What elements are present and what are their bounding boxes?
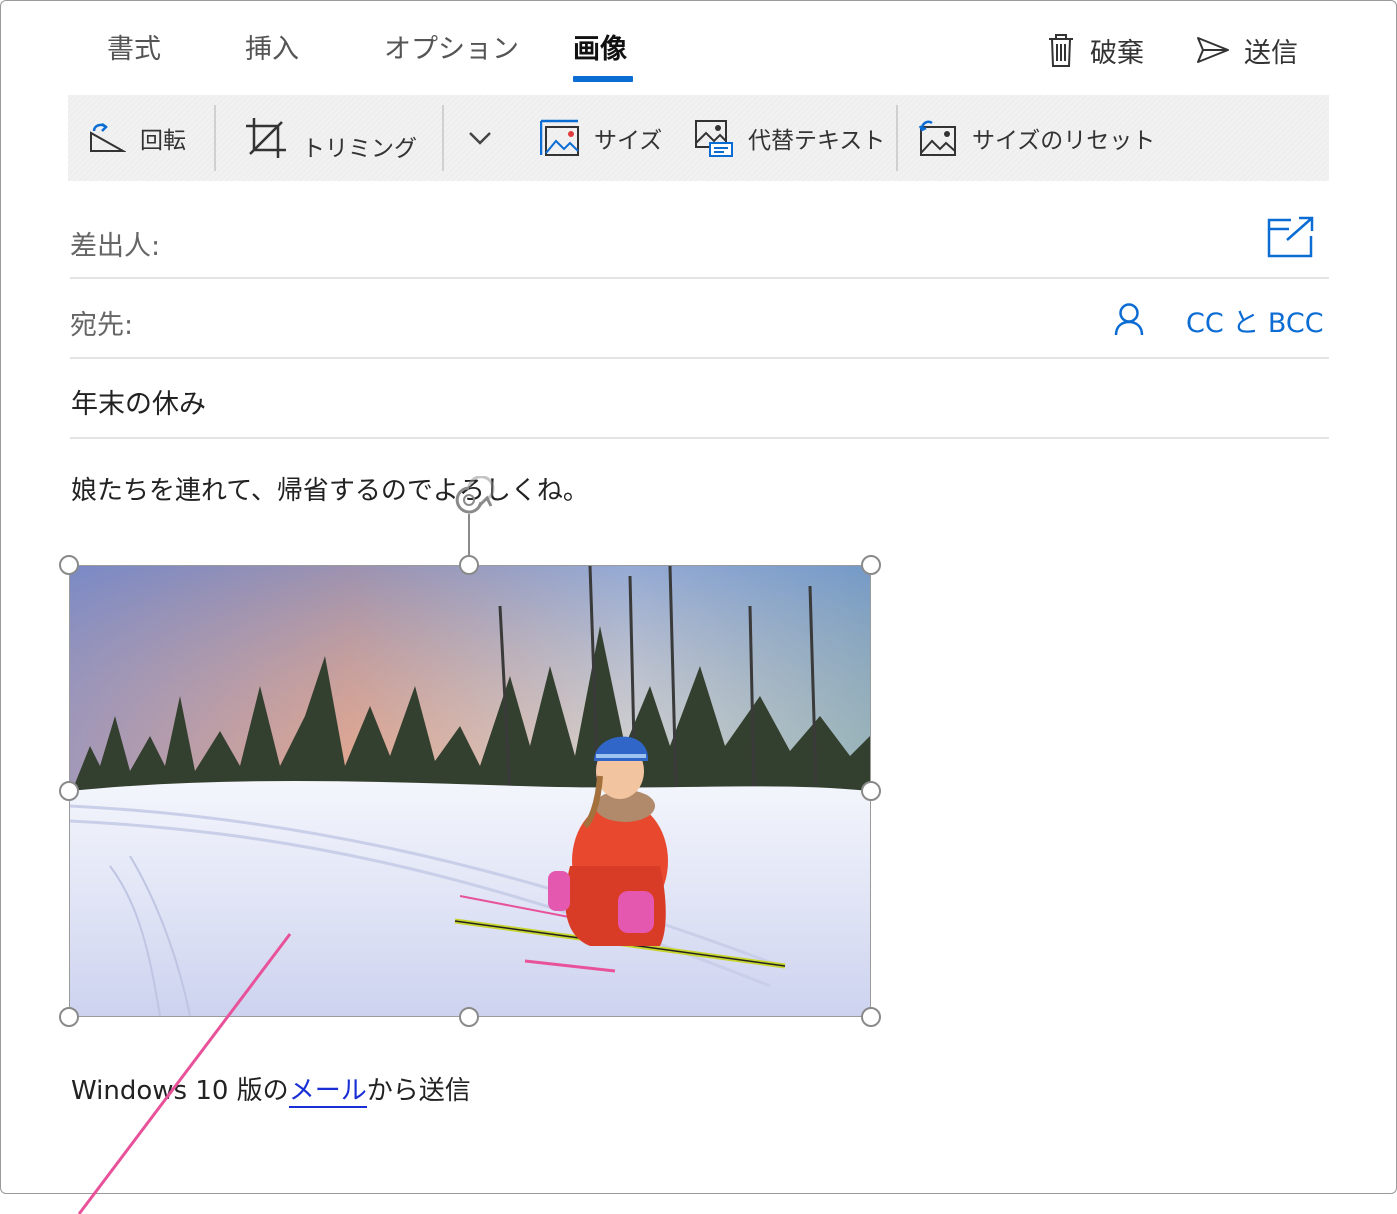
divider — [70, 357, 1329, 359]
signature-prefix: Windows 10 版の — [71, 1076, 289, 1106]
size-button[interactable]: サイズ — [540, 95, 662, 181]
cc-bcc-link[interactable]: CC と BCC — [1186, 301, 1324, 340]
signature: Windows 10 版のメールから送信 — [71, 1070, 471, 1108]
from-label: 差出人: — [70, 231, 161, 262]
rotate-label: 回転 — [140, 128, 186, 154]
discard-button[interactable]: 破棄 — [1046, 30, 1144, 70]
active-tab-indicator — [573, 76, 633, 82]
crop-icon — [246, 118, 286, 158]
crop-options-dropdown[interactable] — [468, 95, 506, 181]
person-icon[interactable] — [1113, 302, 1145, 336]
resize-handle-bottom[interactable] — [459, 1007, 479, 1027]
discard-label: 破棄 — [1090, 37, 1144, 69]
reset-size-label: サイズのリセット — [972, 128, 1156, 154]
resize-handle-right[interactable] — [861, 781, 881, 801]
resize-handle-top-right[interactable] — [861, 555, 881, 575]
subject-field[interactable]: 年末の休み — [71, 382, 206, 421]
tab-format[interactable]: 書式 — [107, 30, 161, 70]
signature-suffix: から送信 — [366, 1076, 471, 1106]
tab-image[interactable]: 画像 — [573, 30, 627, 70]
divider — [70, 277, 1329, 279]
resize-handle-left[interactable] — [59, 781, 79, 801]
inserted-image[interactable] — [69, 565, 871, 1017]
rotate-handle-icon[interactable] — [449, 476, 501, 566]
message-body[interactable]: 娘たちを連れて、帰省するのでよろしくね。 — [71, 470, 589, 507]
image-ribbon: 回転 トリミング サイズ 代替テキスト サイズのリセット — [68, 95, 1329, 181]
rotate-button[interactable]: 回転 — [88, 95, 186, 181]
reset-size-button[interactable]: サイズのリセット — [918, 95, 1155, 181]
chevron-down-icon — [469, 132, 491, 145]
mail-app-link[interactable]: メール — [288, 1076, 367, 1108]
popout-icon[interactable] — [1267, 216, 1315, 258]
resize-handle-bottom-right[interactable] — [861, 1007, 881, 1027]
crop-button[interactable]: トリミング — [244, 95, 417, 181]
send-icon — [1197, 37, 1229, 63]
rotate-icon — [90, 123, 126, 152]
ribbon-separator — [896, 105, 898, 171]
size-icon — [540, 119, 579, 156]
alt-text-label: 代替テキスト — [748, 128, 886, 154]
reset-size-icon — [918, 120, 956, 156]
ribbon-separator — [442, 105, 444, 171]
alt-text-icon — [695, 120, 733, 157]
resize-handle-bottom-left[interactable] — [59, 1007, 79, 1027]
to-label: 宛先: — [70, 310, 134, 341]
tab-insert[interactable]: 挿入 — [245, 30, 299, 70]
alt-text-button[interactable]: 代替テキスト — [694, 95, 885, 181]
size-label: サイズ — [594, 128, 663, 154]
trash-icon — [1049, 34, 1073, 67]
resize-handle-top-left[interactable] — [59, 555, 79, 575]
tab-options[interactable]: オプション — [384, 30, 519, 70]
send-button[interactable]: 送信 — [1196, 30, 1298, 70]
crop-label: トリミング — [302, 136, 417, 162]
winter-photo — [70, 566, 870, 1016]
divider — [70, 437, 1329, 439]
ribbon-separator — [214, 105, 216, 171]
resize-handle-top[interactable] — [459, 555, 479, 575]
send-label: 送信 — [1244, 37, 1298, 69]
